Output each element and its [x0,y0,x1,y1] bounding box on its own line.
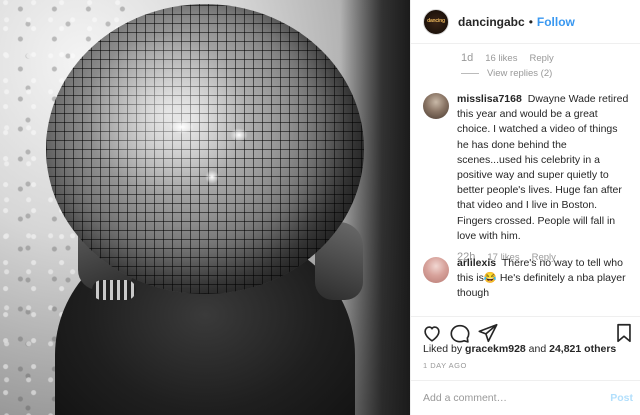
share-icon[interactable] [477,322,499,344]
disco-ball [46,4,364,294]
liked-by-prefix: Liked by [423,343,463,355]
post-header: dancing dancingabc • Follow [411,0,640,44]
account-avatar[interactable]: dancing [423,8,449,35]
comment-body: misslisa7168 Dwayne Wade retired this ye… [457,92,629,265]
follow-button[interactable]: Follow [537,15,575,29]
sparkle [230,128,248,142]
comments-list[interactable]: 1d 16 likes Reply View replies (2) missl… [411,44,640,316]
comment-username[interactable]: misslisa7168 [457,93,522,105]
list-item: misslisa7168 Dwayne Wade retired this ye… [423,92,629,265]
post-comment-button[interactable]: Post [610,392,633,404]
comment-likes[interactable]: 16 likes [485,53,517,64]
liked-by-middle: and [528,343,547,355]
liked-by-line: Liked by gracekm928 and 24,821 others [423,343,616,355]
heart-icon[interactable] [421,322,443,344]
avatar[interactable] [423,93,449,119]
header-separator: • [528,14,533,29]
view-replies-button[interactable]: View replies (2) [461,68,552,79]
comment-meta: 1d 16 likes Reply [461,52,554,64]
liked-by-user[interactable]: gracekm928 [465,343,526,355]
reply-button[interactable]: Reply [529,53,553,64]
sparkle [205,170,219,184]
post-side-pane: dancing dancingabc • Follow 1d 16 likes … [410,0,640,415]
sparkle [170,120,194,134]
header-username[interactable]: dancingabc [458,15,525,29]
view-replies-label[interactable]: View replies (2) [487,68,552,79]
add-comment-bar: Post [411,380,640,415]
post-date[interactable]: 1 DAY AGO [423,361,467,370]
comment-body: arlilexis There's no way to tell who thi… [457,256,629,302]
action-bar [411,316,640,346]
bookmark-icon[interactable] [613,322,635,344]
comment-text: Dwayne Wade retired this year and would … [457,93,629,242]
comment-time[interactable]: 1d [461,52,473,64]
avatar[interactable] [423,257,449,283]
bracelet [92,280,136,300]
comment-username[interactable]: arlilexis [457,257,496,269]
dancing-with-the-stars-logo-icon: dancing [427,18,445,24]
post-photo[interactable] [0,0,410,415]
liked-by-count[interactable]: 24,821 others [549,343,616,355]
comment-input[interactable] [423,389,603,407]
replies-divider [461,73,479,74]
comment-icon[interactable] [449,322,471,344]
list-item: arlilexis There's no way to tell who thi… [423,256,629,302]
